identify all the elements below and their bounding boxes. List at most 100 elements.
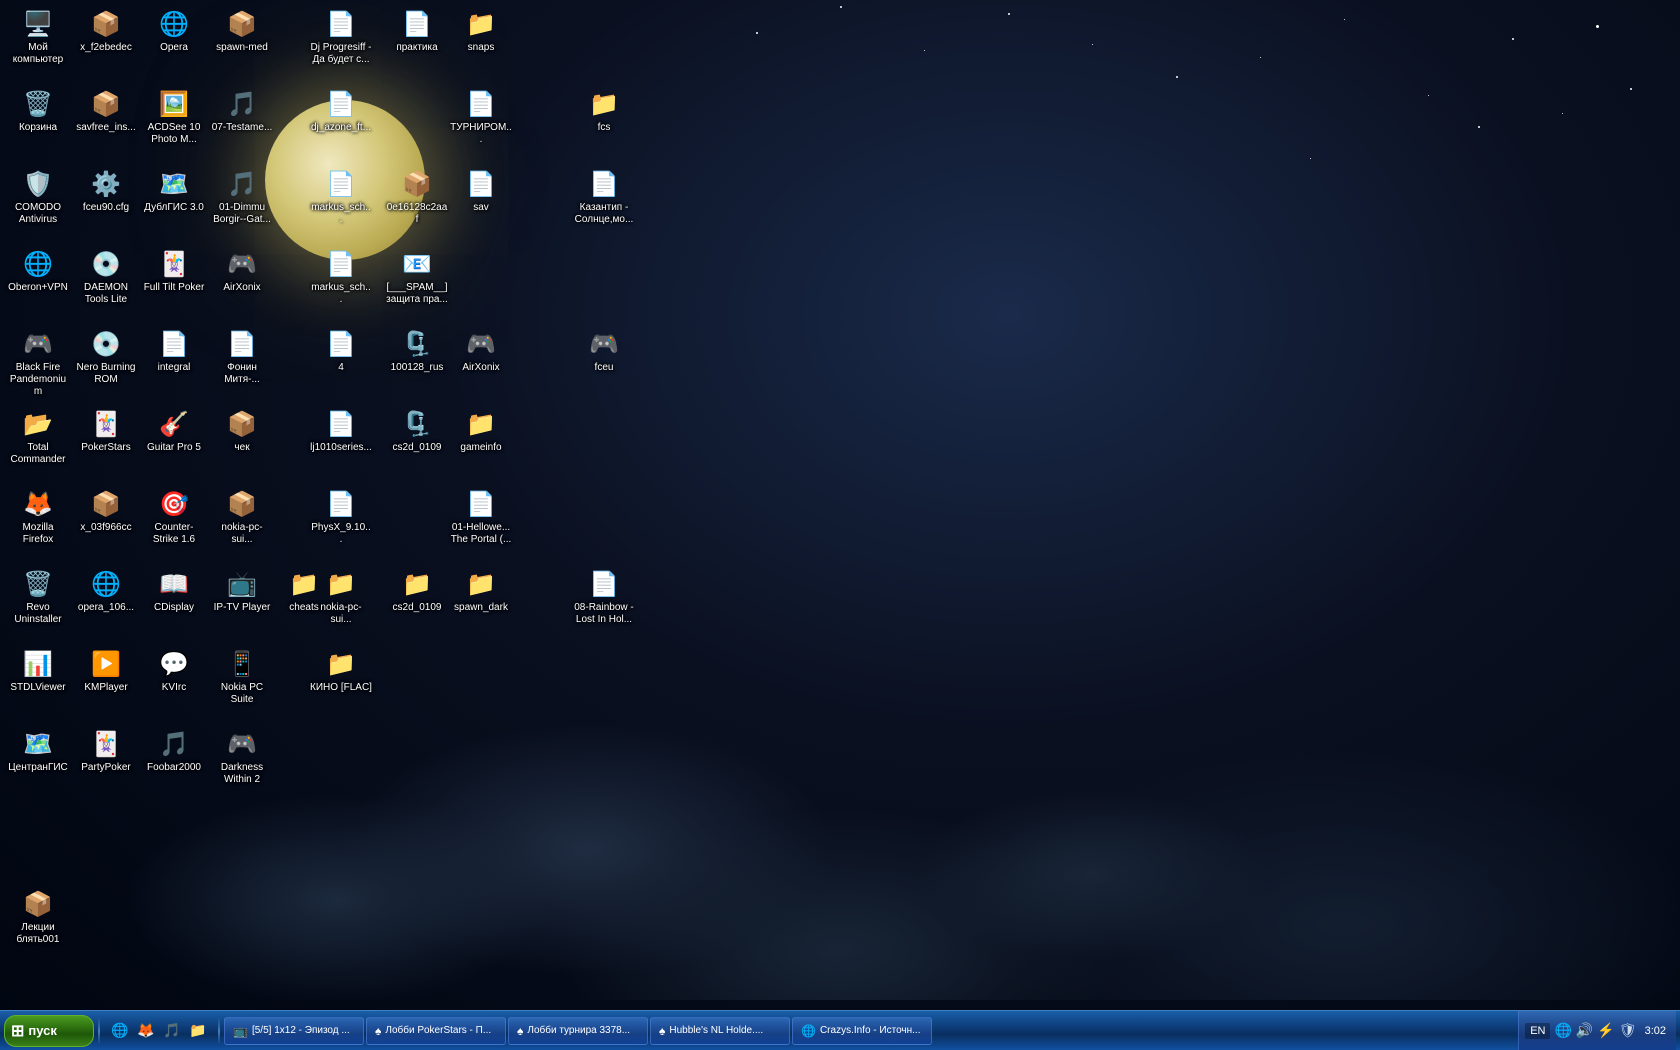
desktop-icon-dj-progresiff[interactable]: 📄 Dj Progresiff - Да будет с...: [307, 5, 375, 69]
desktop-icon-lj1010[interactable]: 📄 lj1010series...: [307, 405, 375, 457]
ql-extra-button[interactable]: 📁: [186, 1019, 210, 1043]
desktop-icon-recycle[interactable]: 🗑️ Корзина: [4, 85, 72, 137]
desktop-icon-revo[interactable]: 🗑️ Revo Uninstaller: [4, 565, 72, 629]
ql-media-button[interactable]: 🎵: [160, 1019, 184, 1043]
desktop-icon-x-03f966cc[interactable]: 📦 x_03f966cc: [72, 485, 140, 537]
desktop-icon-savfree-ins[interactable]: 📦 savfree_ins...: [72, 85, 140, 137]
clock[interactable]: 3:02: [1641, 1025, 1670, 1037]
icon-label-black-fire: Black Fire Pandemonium: [7, 362, 69, 398]
desktop-icon-fcs[interactable]: 📁 fcs: [570, 85, 638, 137]
desktop-icon-kazantin[interactable]: 📄 Казантип - Солнце,мо...: [570, 165, 638, 229]
desktop-icon-black-fire[interactable]: 🎮 Black Fire Pandemonium: [4, 325, 72, 401]
desktop-icon-spawn-dark[interactable]: 📁 spawn_dark: [447, 565, 515, 617]
desktop-icon-my-computer[interactable]: 🖥️ Мой компьютер: [4, 5, 72, 69]
desktop-icon-ip-tv-player[interactable]: 📺 IP-TV Player: [208, 565, 276, 617]
desktop-icon-num4[interactable]: 📄 4: [307, 325, 375, 377]
taskbar-btn-tb-poker2[interactable]: ♠Лобби турнира 3378...: [508, 1017, 648, 1045]
icon-image-airxonix2: 🎮: [465, 328, 497, 360]
desktop-icon-integral[interactable]: 📄 integral: [140, 325, 208, 377]
desktop-icon-markus-sch2[interactable]: 📄 markus_sch...: [307, 245, 375, 309]
taskbar-btn-tb-total[interactable]: 📺[5/5] 1x12 - Эпизод ...: [224, 1017, 364, 1045]
ql-firefox-button[interactable]: 🦊: [134, 1019, 158, 1043]
start-button[interactable]: ⊞ пуск: [4, 1015, 94, 1047]
desktop-icon-foobar2000[interactable]: 🎵 Foobar2000: [140, 725, 208, 777]
desktop-icon-07-testame[interactable]: 🎵 07-Testame...: [208, 85, 276, 137]
desktop-icon-nero-burning[interactable]: 💿 Nero Burning ROM: [72, 325, 140, 389]
icon-label-total-commander: Total Commander: [7, 442, 69, 466]
icon-image-spawn-dark: 📁: [465, 568, 497, 600]
ql-ie-button[interactable]: 🌐: [108, 1019, 132, 1043]
icon-image-kazantin: 📄: [588, 168, 620, 200]
desktop-icon-daemon-tools[interactable]: 💿 DAEMON Tools Lite: [72, 245, 140, 309]
desktop-icon-kino-flac[interactable]: 📁 КИНО [FLAC]: [307, 645, 375, 697]
icon-label-fceu2: fceu: [595, 362, 614, 374]
desktop-icon-physx[interactable]: 📄 PhysX_9.10...: [307, 485, 375, 549]
icon-label-0e16128: 0e16128c2aaf: [386, 202, 448, 226]
desktop-icon-airxonix2[interactable]: 🎮 AirXonix: [447, 325, 515, 377]
desktop-icon-opera[interactable]: 🌐 Opera: [140, 5, 208, 57]
desktop-icon-pokerstars[interactable]: 🃏 PokerStars: [72, 405, 140, 457]
desktop-icon-nokia-pc-suite[interactable]: 📱 Nokia PC Suite: [208, 645, 276, 709]
desktop-icon-mozilla-firefox[interactable]: 🦊 Mozilla Firefox: [4, 485, 72, 549]
desktop-icon-fceu90[interactable]: ⚙️ fceu90.cfg: [72, 165, 140, 217]
language-indicator[interactable]: EN: [1525, 1023, 1550, 1039]
desktop-icon-01-dimmu[interactable]: 🎵 01-Dimmu Borgir--Gat...: [208, 165, 276, 229]
icon-image-integral: 📄: [158, 328, 190, 360]
icon-label-darkness-within: Darkness Within 2: [211, 762, 273, 786]
icon-label-praktika: практика: [396, 42, 437, 54]
desktop-icon-hellowe[interactable]: 📄 01-Hellowe... The Portal (...: [447, 485, 515, 549]
taskbar-btn-label-tb-poker1: Лобби PokerStars - П...: [385, 1025, 491, 1036]
icon-image-mozilla-firefox: 🦊: [22, 488, 54, 520]
taskbar-btn-tb-crazys[interactable]: 🌐Crazys.Info - Источн...: [792, 1017, 932, 1045]
desktop-icon-0e16128[interactable]: 📦 0e16128c2aaf: [383, 165, 451, 229]
desktop-icon-100128-rus[interactable]: 🗜️ 100128_rus: [383, 325, 451, 377]
desktop-icon-stdlviewer[interactable]: 📊 STDLViewer: [4, 645, 72, 697]
desktop-icon-dubgis[interactable]: 🗺️ ДублГИС 3.0: [140, 165, 208, 217]
desktop-icon-oberon-vpn[interactable]: 🌐 Oberon+VPN: [4, 245, 72, 297]
desktop-icon-cs2d-0109[interactable]: 🗜️ cs2d_0109: [383, 405, 451, 457]
desktop-icon-nokia-pc-sui1[interactable]: 📦 nokia-pc-sui...: [208, 485, 276, 549]
desktop-icon-nokia-pc-sui2[interactable]: 📁 nokia-pc-sui...: [307, 565, 375, 629]
desktop-icon-dj-azone[interactable]: 📄 dj_azone_ft...: [307, 85, 375, 137]
desktop-icon-partypoker[interactable]: 🃏 PartyPoker: [72, 725, 140, 777]
desktop-icon-acdsee[interactable]: 🖼️ ACDSee 10 Photo M...: [140, 85, 208, 149]
desktop-icon-full-tilt[interactable]: 🃏 Full Tilt Poker: [140, 245, 208, 297]
desktop-icon-lekcii[interactable]: 📦 Лекции блять001: [4, 885, 72, 949]
desktop-icon-cdisplay[interactable]: 📖 CDisplay: [140, 565, 208, 617]
icon-label-dubgis: ДублГИС 3.0: [144, 202, 204, 214]
icon-image-spawn-med: 📦: [226, 8, 258, 40]
icon-image-07-testame: 🎵: [226, 88, 258, 120]
desktop-icon-counter-strike[interactable]: 🎯 Counter-Strike 1.6: [140, 485, 208, 549]
icon-image-chek: 📦: [226, 408, 258, 440]
desktop-icon-kmplayer[interactable]: ▶️ KMPlayer: [72, 645, 140, 697]
desktop-icon-total-commander[interactable]: 📂 Total Commander: [4, 405, 72, 469]
taskbar-buttons-area: 📺[5/5] 1x12 - Эпизод ...♠Лобби PokerStar…: [224, 1017, 932, 1045]
desktop-icon-snaps[interactable]: 📁 snaps: [447, 5, 515, 57]
desktop-icon-x-f2ebedec[interactable]: 📦 x_f2ebedec: [72, 5, 140, 57]
desktop-icon-guitar-pro[interactable]: 🎸 Guitar Pro 5: [140, 405, 208, 457]
icon-image-black-fire: 🎮: [22, 328, 54, 360]
icon-label-pokerstars: PokerStars: [81, 442, 130, 454]
taskbar-btn-tb-holde[interactable]: ♠Hubble's NL Holde....: [650, 1017, 790, 1045]
desktop-icon-kvirc[interactable]: 💬 KVIrc: [140, 645, 208, 697]
desktop-icon-chek[interactable]: 📦 чек: [208, 405, 276, 457]
desktop-icon-airxonix1[interactable]: 🎮 AirXonix: [208, 245, 276, 297]
desktop-icon-gameinfo[interactable]: 📁 gameinfo: [447, 405, 515, 457]
desktop-icon-spawn-med[interactable]: 📦 spawn-med: [208, 5, 276, 57]
desktop-icon-praktika[interactable]: 📄 практика: [383, 5, 451, 57]
desktop-icon-centrangis[interactable]: 🗺️ ЦентранГИС: [4, 725, 72, 777]
taskbar-btn-tb-poker1[interactable]: ♠Лобби PokerStars - П...: [366, 1017, 506, 1045]
icon-label-hellowe: 01-Hellowe... The Portal (...: [450, 522, 512, 546]
desktop-icon-markus-sch1[interactable]: 📄 markus_sch...: [307, 165, 375, 229]
desktop-icon-turnir[interactable]: 📄 ТУРНИРОМ...: [447, 85, 515, 149]
desktop-icon-spam[interactable]: 📧 [___SPAM__] защита пра...: [383, 245, 451, 309]
desktop-icon-fonin[interactable]: 📄 Фонин Митя-...: [208, 325, 276, 389]
taskbar-divider-1: [98, 1017, 100, 1045]
desktop-icon-opera-106[interactable]: 🌐 opera_106...: [72, 565, 140, 617]
desktop-icon-08-rainbow[interactable]: 📄 08-Rainbow - Lost In Hol...: [570, 565, 638, 629]
desktop-icon-sav[interactable]: 📄 sav: [447, 165, 515, 217]
desktop-icon-cs2d-0109-2[interactable]: 📁 cs2d_0109: [383, 565, 451, 617]
desktop-icon-comodo[interactable]: 🛡️ COMODO Antivirus: [4, 165, 72, 229]
desktop-icon-fceu2[interactable]: 🎮 fceu: [570, 325, 638, 377]
desktop-icon-darkness-within[interactable]: 🎮 Darkness Within 2: [208, 725, 276, 789]
